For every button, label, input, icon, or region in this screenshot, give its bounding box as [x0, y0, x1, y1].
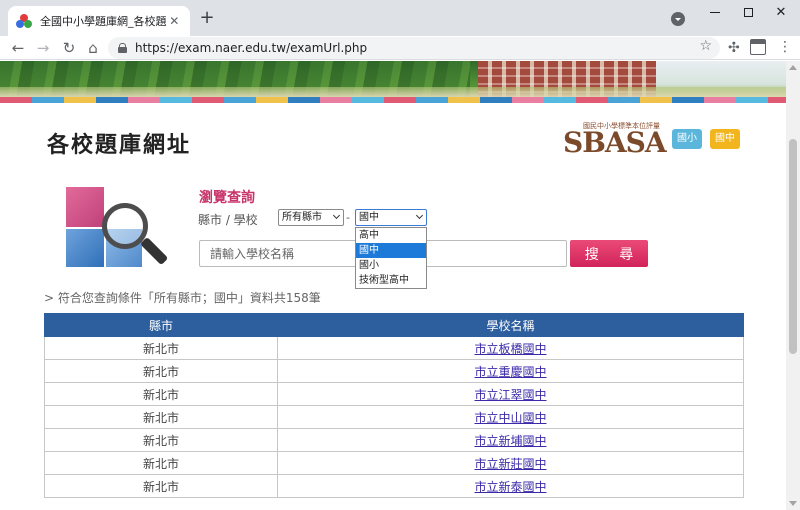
school-link[interactable]: 市立板橋國中 [474, 342, 546, 356]
browser-toolbar: ← → ↻ ⌂ https://exam.naer.edu.tw/examUrl… [0, 36, 800, 60]
county-cell: 新北市 [44, 405, 278, 429]
maximize-button[interactable] [733, 2, 763, 26]
scrollbar-thumb[interactable] [789, 139, 797, 354]
magnifier-icon [66, 187, 169, 273]
school-link[interactable]: 市立江翠國中 [474, 388, 546, 402]
table-row: 新北市 市立新莊國中 [44, 451, 744, 475]
school-cell: 市立中山國中 [277, 405, 744, 429]
county-select[interactable]: 所有縣市 [278, 209, 344, 226]
table-row: 新北市 市立江翠國中 [44, 382, 744, 406]
level-select[interactable]: 國中 [355, 209, 427, 226]
school-link[interactable]: 市立新莊國中 [474, 457, 546, 471]
school-link[interactable]: 市立新泰國中 [474, 480, 546, 494]
browse-query-heading: 瀏覽查詢 [199, 190, 255, 206]
page-scrollbar[interactable] [786, 61, 800, 510]
bookmark-star-icon[interactable]: ☆ [699, 38, 712, 54]
browser-tab[interactable]: 全國中小學題庫網_各校題庫網址 ✕ [8, 6, 190, 36]
school-link[interactable]: 市立重慶國中 [474, 365, 546, 379]
color-stripe [0, 97, 786, 103]
column-header-county: 縣市 [44, 313, 278, 337]
county-school-label: 縣市 / 學校 [198, 213, 258, 227]
level-option-junior-high[interactable]: 國中 [356, 243, 426, 258]
result-summary: > 符合您查詢條件「所有縣市；國中」資料共158筆 [44, 291, 321, 305]
lock-icon[interactable] [118, 43, 127, 53]
tab-search-icon[interactable] [671, 12, 685, 26]
campus-banner [0, 61, 786, 99]
logo-text: SBASA [563, 126, 667, 159]
table-row: 新北市 市立新泰國中 [44, 474, 744, 498]
scroll-up-icon[interactable] [789, 65, 797, 70]
kebab-menu-icon[interactable]: ⋮ [778, 39, 792, 57]
puzzle-icon[interactable]: ✣ [728, 40, 740, 56]
county-cell: 新北市 [44, 382, 278, 406]
new-tab-button[interactable]: + [197, 9, 217, 29]
county-cell: 新北市 [44, 474, 278, 498]
level-option-senior-high[interactable]: 高中 [356, 228, 426, 243]
page-title: 各校題庫網址 [47, 133, 192, 158]
school-cell: 市立板橋國中 [277, 336, 744, 360]
table-row: 新北市 市立板橋國中 [44, 336, 744, 360]
school-cell: 市立新埔國中 [277, 428, 744, 452]
level-option-vocational[interactable]: 技術型高中 [356, 273, 426, 288]
county-cell: 新北市 [44, 451, 278, 475]
browser-tab-bar: 全國中小學題庫網_各校題庫網址 ✕ + ✕ [0, 0, 800, 36]
search-button[interactable]: 搜 尋 [570, 240, 648, 267]
school-cell: 市立新莊國中 [277, 451, 744, 475]
results-table: 縣市 學校名稱 新北市 市立板橋國中 新北市 市立重慶國中 新北市 市立江翠國中… [44, 313, 744, 498]
column-header-school: 學校名稱 [277, 313, 744, 337]
select-separator: - [346, 211, 350, 224]
county-cell: 新北市 [44, 428, 278, 452]
table-row: 新北市 市立重慶國中 [44, 359, 744, 383]
scroll-down-icon[interactable] [789, 501, 797, 506]
table-header-row: 縣市 學校名稱 [44, 313, 744, 337]
calendar-extension-icon[interactable] [750, 39, 766, 55]
page-viewport: 各校題庫網址 國民中小學標準本位評量 SBASA 國小 國中 瀏覽查詢 縣市 /… [0, 61, 786, 510]
county-select-value: 所有縣市 [282, 212, 322, 223]
school-link[interactable]: 市立新埔國中 [474, 434, 546, 448]
home-icon[interactable]: ⌂ [84, 39, 102, 57]
minimize-button[interactable] [700, 2, 730, 26]
reload-icon[interactable]: ↻ [60, 39, 78, 57]
table-row: 新北市 市立中山國中 [44, 405, 744, 429]
forward-arrow-icon[interactable]: → [34, 39, 52, 57]
junior-high-button[interactable]: 國中 [710, 129, 740, 149]
close-window-button[interactable]: ✕ [766, 2, 796, 26]
table-row: 新北市 市立新埔國中 [44, 428, 744, 452]
address-bar[interactable]: https://exam.naer.edu.tw/examUrl.php ☆ [108, 37, 720, 59]
elementary-button[interactable]: 國小 [672, 129, 702, 149]
site-favicon-icon [16, 13, 32, 29]
level-dropdown-list: 高中 國中 國小 技術型高中 [355, 227, 427, 289]
school-cell: 市立新泰國中 [277, 474, 744, 498]
sbasa-logo[interactable]: 國民中小學標準本位評量 SBASA [563, 121, 667, 157]
back-arrow-icon[interactable]: ← [9, 39, 27, 57]
county-cell: 新北市 [44, 336, 278, 360]
chevron-down-icon [332, 211, 341, 220]
url-text[interactable]: https://exam.naer.edu.tw/examUrl.php [135, 41, 367, 55]
tab-title: 全國中小學題庫網_各校題庫網址 [40, 15, 167, 28]
county-cell: 新北市 [44, 359, 278, 383]
level-option-elementary[interactable]: 國小 [356, 258, 426, 273]
school-link[interactable]: 市立中山國中 [474, 411, 546, 425]
school-cell: 市立重慶國中 [277, 359, 744, 383]
level-select-value: 國中 [359, 212, 379, 223]
chevron-down-icon [415, 211, 424, 220]
school-cell: 市立江翠國中 [277, 382, 744, 406]
close-tab-icon[interactable]: ✕ [167, 14, 182, 28]
